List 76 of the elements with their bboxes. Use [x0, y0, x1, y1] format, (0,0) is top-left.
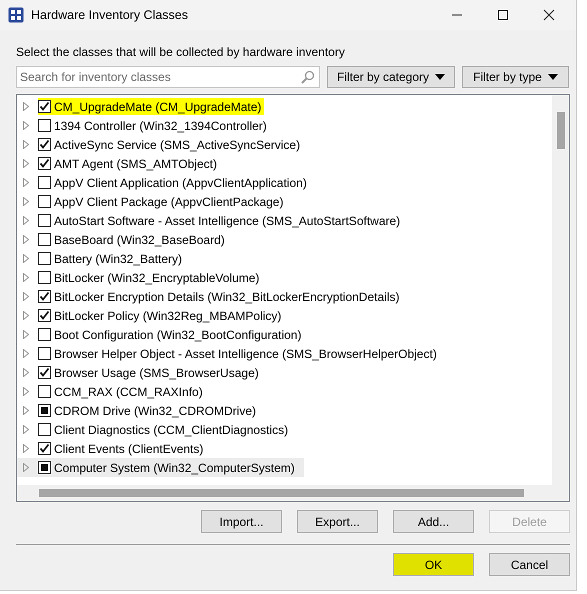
- app-icon: [8, 7, 24, 23]
- checkbox[interactable]: [38, 423, 51, 436]
- class-label: Boot Configuration (Win32_BootConfiguration): [54, 328, 302, 342]
- dialog-button[interactable]: Cancel: [489, 553, 570, 576]
- checkbox[interactable]: [38, 119, 51, 132]
- expand-icon[interactable]: [23, 311, 29, 320]
- expand-icon[interactable]: [23, 235, 29, 244]
- expand-icon[interactable]: [23, 425, 29, 434]
- class-label: Battery (Win32_Battery): [54, 252, 182, 266]
- expand-icon[interactable]: [23, 406, 29, 415]
- checkbox[interactable]: [38, 271, 51, 284]
- class-label: CCM_RAX (CCM_RAXInfo): [54, 384, 203, 398]
- checkbox[interactable]: [38, 328, 51, 341]
- class-label: AutoStart Software - Asset Intelligence (SMS_AutoStartSoftware): [54, 214, 400, 228]
- checkbox[interactable]: [38, 214, 51, 227]
- checkbox[interactable]: [38, 309, 51, 322]
- expand-icon[interactable]: [23, 254, 29, 263]
- window-title: Hardware Inventory Classes: [31, 8, 188, 22]
- class-label: Client Diagnostics (CCM_ClientDiagnostics): [54, 422, 288, 436]
- expand-icon[interactable]: [23, 349, 29, 358]
- expand-icon[interactable]: [23, 102, 29, 111]
- dialog-button[interactable]: Import...: [201, 510, 282, 533]
- checkbox[interactable]: [38, 385, 51, 398]
- class-label: Client Events (ClientEvents): [54, 442, 204, 456]
- close-icon[interactable]: [543, 9, 555, 21]
- expand-icon[interactable]: [23, 121, 29, 130]
- expand-icon[interactable]: [23, 140, 29, 149]
- class-label: AppV Client Package (AppvClientPackage): [54, 194, 284, 208]
- class-label: 1394 Controller (Win32_1394Controller): [54, 118, 267, 132]
- checkbox[interactable]: [38, 252, 51, 265]
- checkbox[interactable]: [38, 366, 51, 379]
- expand-icon[interactable]: [23, 368, 29, 377]
- checkbox[interactable]: [38, 233, 51, 246]
- class-label: BitLocker Policy (Win32Reg_MBAMPolicy): [54, 308, 282, 322]
- search-field[interactable]: Search for inventory classes: [16, 66, 320, 88]
- class-label: CDROM Drive (Win32_CDROMDrive): [54, 404, 256, 418]
- expand-icon[interactable]: [23, 292, 29, 301]
- filter-dropdown[interactable]: Filter by type: [462, 66, 569, 88]
- expand-icon[interactable]: [23, 178, 29, 187]
- checkbox[interactable]: [38, 176, 51, 189]
- class-label: AMT Agent (SMS_AMTObject): [54, 156, 217, 170]
- class-label: CM_UpgradeMate (CM_UpgradeMate): [54, 100, 262, 114]
- expand-icon[interactable]: [23, 159, 29, 168]
- class-label: AppV Client Application (AppvClientApplication): [54, 176, 307, 190]
- class-label: Computer System (Win32_ComputerSystem): [54, 460, 295, 474]
- horizontal-scrollbar[interactable]: [17, 485, 569, 501]
- search-icon: [301, 70, 315, 84]
- checkbox[interactable]: [38, 100, 51, 113]
- expand-icon[interactable]: [23, 444, 29, 453]
- class-label: BaseBoard (Win32_BaseBoard): [54, 232, 225, 246]
- dialog-button[interactable]: Export...: [297, 510, 378, 533]
- dialog-button[interactable]: Add...: [393, 510, 474, 533]
- class-label: Browser Usage (SMS_BrowserUsage): [54, 366, 259, 380]
- dialog-button[interactable]: OK: [393, 553, 474, 576]
- class-label: ActiveSync Service (SMS_ActiveSyncService): [54, 138, 300, 152]
- checkbox[interactable]: [38, 195, 51, 208]
- checkbox[interactable]: [38, 290, 51, 303]
- instruction-text: Select the classes that will be collected by hardware inventory: [16, 45, 346, 61]
- checkbox[interactable]: [38, 157, 51, 170]
- expand-icon[interactable]: [23, 330, 29, 339]
- checkbox[interactable]: [38, 442, 51, 455]
- expand-icon[interactable]: [23, 273, 29, 282]
- vertical-scrollbar[interactable]: [552, 95, 569, 485]
- class-label: BitLocker Encryption Details (Win32_BitLockerEncryptionDetails): [54, 290, 400, 304]
- maximize-icon[interactable]: [497, 9, 509, 21]
- checkbox[interactable]: [38, 404, 51, 417]
- expand-icon[interactable]: [23, 216, 29, 225]
- class-label: BitLocker (Win32_EncryptableVolume): [54, 270, 260, 284]
- expand-icon[interactable]: [23, 387, 29, 396]
- expand-icon[interactable]: [23, 197, 29, 206]
- hovered-row[interactable]: Computer System (Win32_ComputerSystem): [17, 458, 304, 477]
- filter-dropdown[interactable]: Filter by category: [327, 66, 455, 88]
- checkbox[interactable]: [38, 347, 51, 360]
- class-label: Browser Helper Object - Asset Intelligence (SMS_BrowserHelperObject): [54, 346, 437, 360]
- checkbox[interactable]: [38, 461, 51, 474]
- checkbox[interactable]: [38, 138, 51, 151]
